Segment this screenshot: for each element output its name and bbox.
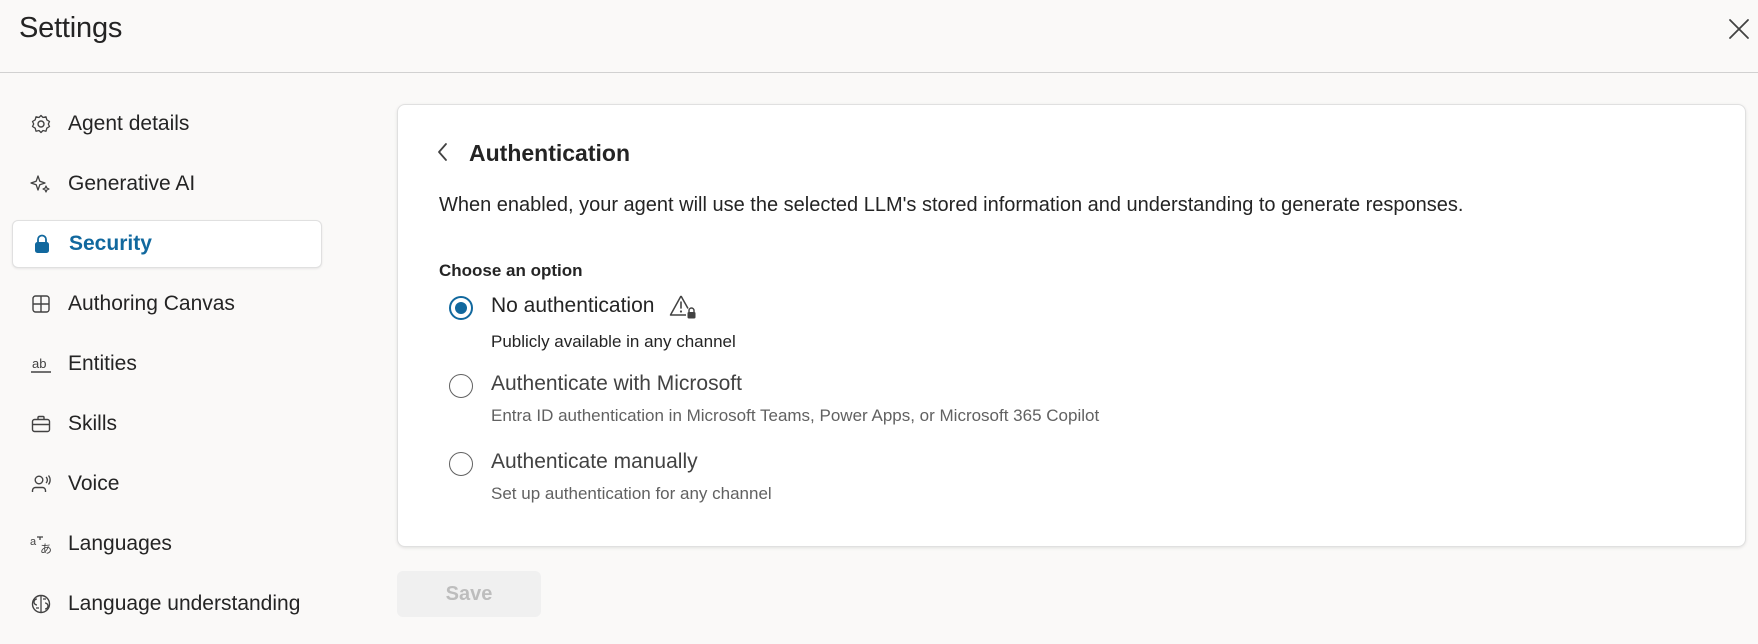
sidebar-item-label: Security — [69, 232, 152, 255]
sidebar-item-label: Agent details — [68, 112, 190, 135]
brain-icon — [30, 593, 52, 615]
sparkle-icon — [30, 173, 52, 195]
svg-text:あ: あ — [40, 542, 52, 555]
translate-icon: aあ — [30, 533, 52, 555]
choose-option-label: Choose an option — [439, 261, 583, 280]
close-icon[interactable] — [1726, 16, 1752, 42]
sidebar-item-languages[interactable]: aあ Languages — [12, 520, 322, 568]
chevron-left-icon[interactable] — [432, 141, 454, 163]
option-label: Authenticate with Microsoft — [491, 372, 742, 395]
save-button[interactable]: Save — [397, 571, 541, 617]
gear-icon — [30, 113, 52, 135]
sidebar-item-entities[interactable]: ab Entities — [12, 340, 322, 388]
settings-header: Settings — [0, 0, 1758, 73]
authentication-card: Authentication When enabled, your agent … — [397, 104, 1746, 547]
lock-icon — [31, 233, 53, 255]
sidebar-item-label: Languages — [68, 532, 172, 555]
sidebar-item-language-understanding[interactable]: Language understanding — [12, 580, 322, 628]
sidebar-item-label: Entities — [68, 352, 137, 375]
sidebar-item-label: Voice — [68, 472, 120, 495]
sidebar-item-authoring-canvas[interactable]: Authoring Canvas — [12, 280, 322, 328]
radio-authenticate-microsoft[interactable] — [449, 374, 473, 398]
person-voice-icon — [30, 473, 52, 495]
warning-lock-icon — [668, 292, 698, 322]
sidebar-item-agent-details[interactable]: Agent details — [12, 100, 322, 148]
ab-text-icon: ab — [30, 353, 52, 375]
briefcase-icon — [30, 413, 52, 435]
sidebar-item-label: Generative AI — [68, 172, 196, 195]
svg-text:a: a — [30, 536, 37, 548]
sidebar-item-label: Authoring Canvas — [68, 292, 235, 315]
option-label: Authenticate manually — [491, 450, 698, 473]
sidebar-item-generative-ai[interactable]: Generative AI — [12, 160, 322, 208]
sidebar-item-label: Skills — [68, 412, 118, 435]
grid-icon — [30, 293, 52, 315]
sidebar-item-voice[interactable]: Voice — [12, 460, 322, 508]
option-description: Entra ID authentication in Microsoft Tea… — [491, 406, 1100, 425]
option-label: No authentication — [491, 294, 655, 317]
sidebar-item-label: Language understanding — [68, 592, 301, 615]
sidebar-item-skills[interactable]: Skills — [12, 400, 322, 448]
option-description: Set up authentication for any channel — [491, 484, 772, 503]
radio-no-authentication[interactable] — [449, 296, 473, 320]
panel-description: When enabled, your agent will use the se… — [439, 194, 1464, 216]
page-title: Settings — [19, 12, 123, 44]
radio-authenticate-manually[interactable] — [449, 452, 473, 476]
panel-title: Authentication — [469, 140, 630, 166]
sidebar-item-security[interactable]: Security — [12, 220, 322, 268]
option-description: Publicly available in any channel — [491, 332, 736, 351]
settings-sidebar: Agent details Generative AI Security Aut… — [12, 100, 322, 640]
svg-text:ab: ab — [32, 356, 46, 371]
